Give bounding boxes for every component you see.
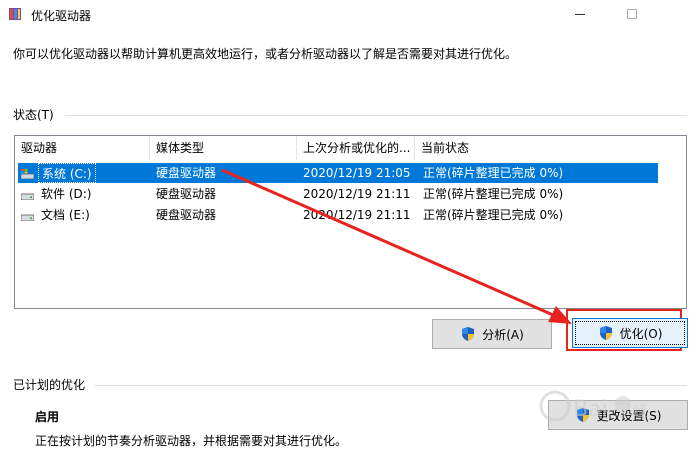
column-header-last-run[interactable]: 上次分析或优化的... xyxy=(297,136,415,160)
drive-row[interactable]: 系统 (C:) 硬盘驱动器 2020/12/19 21:05 正常(碎片整理已完… xyxy=(18,163,658,183)
last-run: 2020/12/19 21:05 xyxy=(303,166,411,180)
intro-text: 你可以优化驱动器以帮助计算机更高效地运行，或者分析驱动器以了解是否需要对其进行优… xyxy=(13,47,518,61)
hard-drive-icon xyxy=(20,210,35,222)
media-type: 硬盘驱动器 xyxy=(156,208,217,222)
maximize-icon[interactable] xyxy=(625,7,639,21)
drive-name: 系统 (C:) xyxy=(38,163,96,183)
column-header-media[interactable]: 媒体类型 xyxy=(150,136,297,160)
drive-list[interactable]: 驱动器 媒体类型 上次分析或优化的... 当前状态 系统 (C:) 硬盘驱动器 … xyxy=(14,135,687,309)
media-type: 硬盘驱动器 xyxy=(156,187,217,201)
analyze-button[interactable]: 分析(A) xyxy=(432,319,552,349)
scheduled-section-label: 已计划的优化 xyxy=(13,378,86,392)
app-icon xyxy=(8,7,22,21)
current-status: 正常(碎片整理已完成 0%) xyxy=(423,166,564,180)
column-header-drive[interactable]: 驱动器 xyxy=(15,136,150,160)
drive-name: 软件 (D:) xyxy=(41,187,92,201)
drive-name: 文档 (E:) xyxy=(41,208,90,222)
minimize-icon[interactable] xyxy=(573,7,587,21)
svg-text:Bai: Bai xyxy=(573,397,608,422)
drive-row[interactable]: 软件 (D:) 硬盘驱动器 2020/12/19 21:11 正常(碎片整理已完… xyxy=(18,184,658,204)
uac-shield-icon xyxy=(460,326,476,342)
last-run: 2020/12/19 21:11 xyxy=(303,187,411,201)
hard-drive-icon xyxy=(20,189,35,201)
drive-row[interactable]: 文档 (E:) 硬盘驱动器 2020/12/19 21:11 正常(碎片整理已完… xyxy=(18,205,658,225)
status-divider xyxy=(65,115,687,116)
current-status: 正常(碎片整理已完成 0%) xyxy=(423,208,564,222)
analyze-label: 分析(A) xyxy=(482,327,524,342)
uac-shield-icon xyxy=(598,325,614,341)
svg-text:经: 经 xyxy=(633,404,647,420)
column-header-status[interactable]: 当前状态 xyxy=(415,136,555,160)
window-title: 优化驱动器 xyxy=(31,9,92,23)
optimize-button[interactable]: 优化(O) xyxy=(572,318,688,348)
system-drive-icon xyxy=(20,168,35,180)
current-status: 正常(碎片整理已完成 0%) xyxy=(423,187,564,201)
list-header: 驱动器 媒体类型 上次分析或优化的... 当前状态 xyxy=(15,136,686,160)
last-run: 2020/12/19 21:11 xyxy=(303,208,411,222)
media-type: 硬盘驱动器 xyxy=(156,166,217,180)
watermark: Bai 经 xyxy=(535,378,665,451)
schedule-description: 正在按计划的节奏分析驱动器，并根据需要对其进行优化。 xyxy=(35,434,348,448)
schedule-state: 启用 xyxy=(35,410,60,424)
status-section-label: 状态(T) xyxy=(13,108,54,122)
optimize-label: 优化(O) xyxy=(619,326,663,341)
